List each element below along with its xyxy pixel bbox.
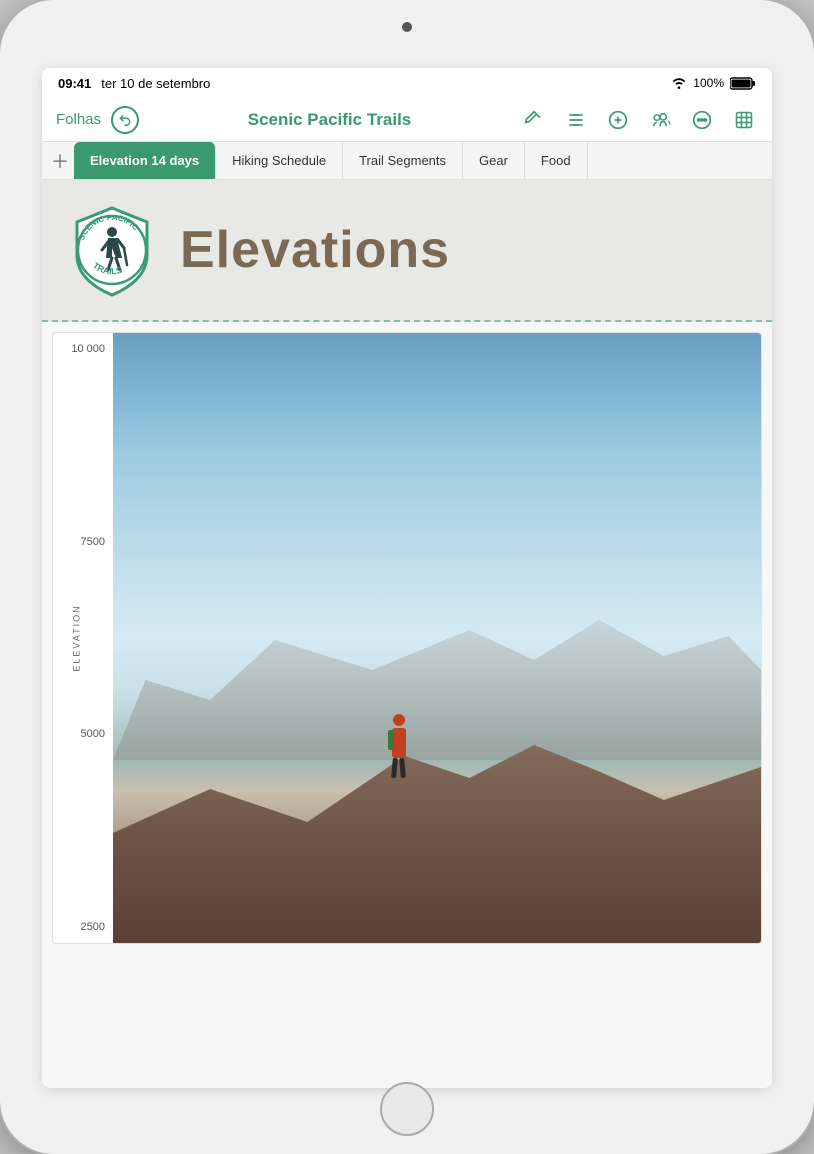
home-button[interactable] <box>380 1082 434 1136</box>
screen: 09:41 ter 10 de setembro 100% Folh <box>42 68 772 1088</box>
share-people-icon[interactable] <box>646 106 674 134</box>
table-icon[interactable] <box>730 106 758 134</box>
tab-gear[interactable]: Gear <box>463 142 525 179</box>
battery-percent: 100% <box>693 76 724 90</box>
tab-elevation-14days[interactable]: Elevation 14 days <box>74 142 216 179</box>
ipad-device: 09:41 ter 10 de setembro 100% Folh <box>0 0 814 1154</box>
y-tick-10000: 10 000 <box>53 343 109 355</box>
mountain-silhouette-far <box>113 560 761 760</box>
y-tick-2500: 2500 <box>53 921 109 933</box>
document-title: Scenic Pacific Trails <box>248 110 411 130</box>
add-tab-button[interactable]: ＋ <box>46 147 74 175</box>
tab-trail-segments[interactable]: Trail Segments <box>343 142 463 179</box>
wifi-icon <box>671 77 687 89</box>
tabs-bar: ＋ Elevation 14 days Hiking Schedule Trai… <box>42 142 772 180</box>
y-tick-5000: 5000 <box>53 728 109 740</box>
y-axis-label: ELEVATION <box>72 604 82 671</box>
sheet-title: Elevations <box>180 220 450 280</box>
battery-icon <box>730 77 756 90</box>
elevation-chart-image <box>113 333 761 943</box>
hiker-figure <box>392 714 406 778</box>
chart-inner: ELEVATION 10 000 7500 5000 2500 <box>53 333 761 943</box>
y-axis: ELEVATION 10 000 7500 5000 2500 <box>53 333 113 943</box>
chart-body <box>113 333 761 943</box>
chart-container: ELEVATION 10 000 7500 5000 2500 <box>52 332 762 944</box>
status-date: ter 10 de setembro <box>101 76 210 91</box>
pencil-pin-icon[interactable] <box>520 106 548 134</box>
y-tick-7500: 7500 <box>53 536 109 548</box>
tab-hiking-schedule[interactable]: Hiking Schedule <box>216 142 343 179</box>
logo-badge: SCENIC PACIFIC TRAILS <box>62 200 162 300</box>
sheet-content: SCENIC PACIFIC TRAILS Elevations ELEVATI… <box>42 180 772 1088</box>
toolbar-left: Folhas <box>56 106 139 134</box>
status-time: 09:41 <box>58 76 91 91</box>
more-icon[interactable] <box>688 106 716 134</box>
sheet-header: SCENIC PACIFIC TRAILS Elevations <box>42 180 772 322</box>
status-right-icons: 100% <box>671 76 756 90</box>
list-icon[interactable] <box>562 106 590 134</box>
toolbar: Folhas Scenic Pacific Trails <box>42 98 772 142</box>
status-bar: 09:41 ter 10 de setembro 100% <box>42 68 772 98</box>
toolbar-icons <box>520 106 758 134</box>
undo-button[interactable] <box>111 106 139 134</box>
add-icon[interactable] <box>604 106 632 134</box>
back-label[interactable]: Folhas <box>56 111 101 128</box>
front-camera <box>402 22 412 32</box>
tab-food[interactable]: Food <box>525 142 588 179</box>
